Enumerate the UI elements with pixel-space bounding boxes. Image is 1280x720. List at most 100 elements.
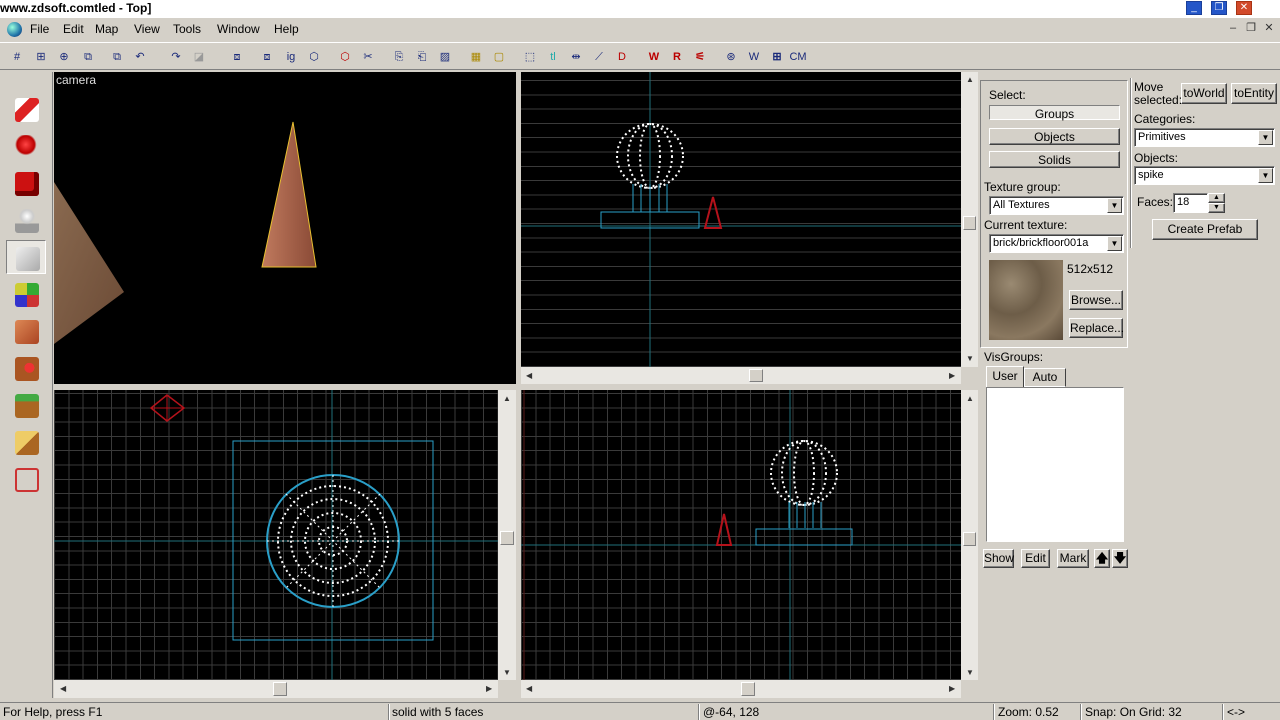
scroll-thumb[interactable]	[963, 532, 976, 546]
selection-tool-button[interactable]	[6, 92, 46, 126]
show-items-icon[interactable]: ✂	[359, 48, 377, 66]
scroll-down-icon[interactable]: ▼	[503, 668, 511, 677]
top-hscroll[interactable]: ◀ ▶	[54, 680, 498, 698]
scroll-left-icon[interactable]: ◀	[526, 371, 532, 380]
camera-viewport[interactable]: camera	[54, 72, 516, 384]
texture-app-icon[interactable]: ▦	[467, 48, 485, 66]
viewport-splitter-h[interactable]	[54, 384, 978, 389]
scroll-left-icon[interactable]: ◀	[526, 684, 532, 693]
models-icon[interactable]: CM	[789, 48, 807, 66]
menu-edit[interactable]: Edit	[63, 22, 84, 36]
paste-icon[interactable]: ▨	[436, 48, 454, 66]
texture-lock-icon[interactable]: ig	[282, 48, 300, 66]
maximize-button[interactable]: ❐	[1211, 1, 1227, 15]
top-vscroll[interactable]: ▲ ▼	[498, 390, 516, 680]
ignore-groups-icon[interactable]: ⬡	[305, 48, 323, 66]
to-world-button[interactable]: toWorld	[1181, 83, 1227, 104]
scroll-down-icon[interactable]: ▼	[966, 354, 974, 363]
scroll-up-icon[interactable]: ▲	[503, 394, 511, 403]
faces-stepper[interactable]: ▲ ▼	[1208, 193, 1225, 213]
side-viewport[interactable]	[521, 390, 961, 680]
globe-icon[interactable]	[7, 22, 22, 37]
scroll-right-icon[interactable]: ▶	[949, 371, 955, 380]
displacement-d-icon[interactable]: W	[645, 48, 663, 66]
copy-icon[interactable]: ⎗	[413, 48, 431, 66]
cut-icon[interactable]: ⎘	[390, 48, 408, 66]
displacement-r-icon[interactable]: ⚟	[691, 48, 709, 66]
scroll-right-icon[interactable]: ▶	[949, 684, 955, 693]
smooth-icon[interactable]: ⊛	[722, 48, 740, 66]
to-entity-button[interactable]: toEntity	[1231, 83, 1277, 104]
menu-view[interactable]: View	[134, 22, 160, 36]
visgroup-mark-button[interactable]: Mark	[1057, 549, 1089, 568]
scroll-thumb[interactable]	[500, 531, 514, 545]
create-prefab-button[interactable]: Create Prefab	[1152, 219, 1258, 240]
overlay-tool-button[interactable]	[6, 388, 46, 422]
displacement-w-icon[interactable]: R	[668, 48, 686, 66]
vertex-tool-button[interactable]	[6, 462, 46, 496]
mdi-restore-button[interactable]: ❐	[1244, 22, 1258, 36]
chevron-down-icon[interactable]: ▼	[1258, 168, 1273, 183]
side-vscroll[interactable]: ▲ ▼	[961, 390, 978, 680]
menu-help[interactable]: Help	[274, 22, 299, 36]
decal-tool-button[interactable]	[6, 351, 46, 385]
minimize-button[interactable]: _	[1186, 1, 1202, 15]
camera-tool-button[interactable]	[6, 166, 46, 200]
select-solids-button[interactable]: Solids	[989, 151, 1120, 168]
chevron-down-icon[interactable]: ▼	[1107, 198, 1122, 213]
stepper-down-icon[interactable]: ▼	[1208, 203, 1225, 213]
select-groups-button[interactable]: Groups	[989, 105, 1120, 121]
hollow-icon[interactable]: ⧈	[258, 48, 276, 66]
front-vscroll[interactable]: ▲ ▼	[961, 72, 978, 367]
texture-lock2-icon[interactable]: ▢	[490, 48, 508, 66]
cordon-icon[interactable]	[812, 48, 834, 66]
select-objects-button[interactable]: Objects	[989, 128, 1120, 145]
menu-tools[interactable]: Tools	[173, 22, 201, 36]
texture-tool-button[interactable]	[6, 277, 46, 311]
selection-box-icon[interactable]: ⬚	[521, 48, 539, 66]
align-icon[interactable]: ⟋	[590, 48, 608, 66]
apply-texture-tool-button[interactable]	[6, 314, 46, 348]
arrow-up-icon[interactable]: 🡅	[1094, 549, 1110, 568]
scroll-thumb[interactable]	[963, 216, 976, 230]
hide-items-icon[interactable]: ⬡	[336, 48, 354, 66]
ungroup-icon[interactable]: ↶	[131, 48, 149, 66]
grid-toggle-icon[interactable]: #	[8, 48, 26, 66]
tab-user[interactable]: User	[986, 366, 1024, 387]
tab-auto[interactable]: Auto	[1024, 368, 1066, 387]
arrow-down-icon[interactable]: 🡇	[1112, 549, 1128, 568]
front-viewport[interactable]	[521, 72, 961, 367]
objects-select[interactable]: spike ▼	[1134, 166, 1275, 185]
stepper-up-icon[interactable]: ▲	[1208, 193, 1225, 203]
scroll-thumb[interactable]	[273, 682, 287, 696]
undo-icon[interactable]: ↷	[167, 48, 185, 66]
magnify-tool-button[interactable]	[6, 129, 46, 163]
chevron-down-icon[interactable]: ▼	[1258, 130, 1273, 145]
front-hscroll[interactable]: ◀ ▶	[521, 367, 961, 384]
scroll-left-icon[interactable]: ◀	[60, 684, 66, 693]
scroll-thumb[interactable]	[749, 369, 763, 382]
select-vertex-icon[interactable]: tl	[544, 48, 562, 66]
mdi-close-button[interactable]: ✕	[1262, 22, 1276, 36]
menu-map[interactable]: Map	[95, 22, 118, 36]
grid-larger-icon[interactable]: ⊕	[55, 48, 73, 66]
toggle-tl-icon[interactable]: ⇹	[567, 48, 585, 66]
redo-icon[interactable]: ◪	[190, 48, 208, 66]
scroll-right-icon[interactable]: ▶	[486, 684, 492, 693]
group-icon[interactable]: ⧉	[108, 48, 126, 66]
grid-3d-icon[interactable]: ⧉	[79, 48, 97, 66]
clipping-tool-button[interactable]	[6, 425, 46, 459]
scroll-up-icon[interactable]: ▲	[966, 394, 974, 403]
visgroup-edit-button[interactable]: Edit	[1021, 549, 1050, 568]
close-button[interactable]: ✕	[1236, 1, 1252, 15]
chevron-down-icon[interactable]: ▼	[1107, 236, 1122, 251]
scroll-thumb[interactable]	[741, 682, 755, 696]
helpers-icon[interactable]: W	[745, 48, 763, 66]
mdi-minimize-button[interactable]: –	[1226, 22, 1240, 36]
entity-tool-button[interactable]	[6, 203, 46, 237]
wireframe-icon[interactable]: ⊞	[768, 48, 786, 66]
texture-group-select[interactable]: All Textures ▼	[989, 196, 1124, 215]
replace-button[interactable]: Replace...	[1069, 318, 1124, 338]
grid-smaller-icon[interactable]: ⊞	[32, 48, 50, 66]
menu-file[interactable]: File	[30, 22, 49, 36]
